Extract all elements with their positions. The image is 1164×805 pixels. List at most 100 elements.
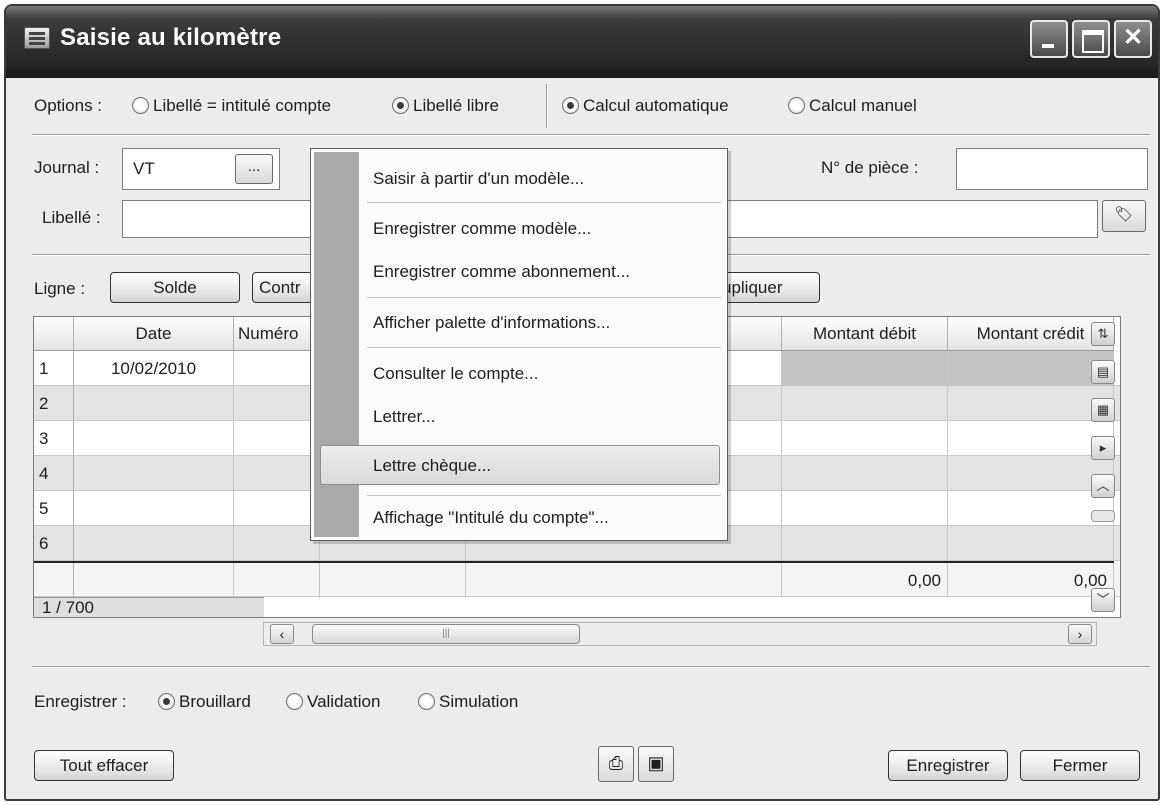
scroll-down-icon[interactable]: ﹀	[1091, 588, 1115, 612]
radio-icon	[286, 693, 303, 710]
piece-field[interactable]	[956, 148, 1148, 190]
horizontal-scrollbar[interactable]: ‹ ||| ›	[263, 622, 1097, 646]
menu-item-enregistrer-abonnement[interactable]: Enregistrer comme abonnement...	[373, 262, 630, 282]
cell-debit[interactable]	[782, 351, 948, 386]
option-libelle-compte-label: Libellé = intitulé compte	[153, 96, 332, 115]
menu-separator	[367, 347, 721, 348]
option-validation-label: Validation	[307, 692, 381, 711]
tag-icon: 🏷	[1114, 206, 1134, 223]
option-simulation-label: Simulation	[439, 692, 519, 711]
option-brouillard[interactable]: Brouillard	[158, 692, 251, 712]
option-validation[interactable]: Validation	[286, 692, 380, 712]
libelle-tag-button[interactable]: 🏷	[1102, 200, 1146, 232]
menu-separator	[367, 495, 721, 496]
piece-label: N° de pièce :	[821, 158, 919, 177]
col-header-numero[interactable]: Numéro	[234, 317, 320, 351]
option-calcul-auto[interactable]: Calcul automatique	[562, 96, 729, 116]
cell-numero[interactable]	[234, 351, 320, 386]
vertical-scroll-thumb[interactable]	[1091, 510, 1115, 522]
print-icon[interactable]: ▦	[1091, 398, 1115, 422]
cell-debit[interactable]	[782, 421, 948, 456]
cell-numero[interactable]	[234, 491, 320, 526]
option-calcul-manuel-label: Calcul manuel	[809, 96, 917, 115]
menu-item-lettre-cheque[interactable]: Lettre chèque...	[373, 456, 491, 476]
cell-date[interactable]	[74, 421, 234, 456]
cell-numero[interactable]	[234, 456, 320, 491]
solde-button[interactable]: Solde	[110, 272, 240, 303]
enregistrer-button-label: Enregistrer	[906, 756, 990, 775]
row-number[interactable]: 3	[34, 421, 74, 456]
cell-date[interactable]	[74, 386, 234, 421]
cell-numero[interactable]	[234, 386, 320, 421]
radio-selected-icon	[158, 693, 175, 710]
separator	[32, 134, 1150, 135]
cell-date[interactable]: 10/02/2010	[74, 351, 234, 386]
option-libelle-libre[interactable]: Libellé libre	[392, 96, 499, 116]
cell-debit[interactable]	[782, 456, 948, 491]
close-button[interactable]: ✕	[1114, 20, 1152, 58]
menu-item-affichage-intitule[interactable]: Affichage "Intitulé du compte"...	[373, 508, 609, 528]
maximize-button[interactable]	[1072, 20, 1110, 58]
option-simulation[interactable]: Simulation	[418, 692, 518, 712]
fermer-button-label: Fermer	[1052, 756, 1108, 775]
enregistrer-label: Enregistrer :	[34, 692, 127, 711]
context-menu: Saisir à partir d'un modèle... Enregistr…	[310, 148, 728, 541]
title-bar[interactable]: Saisie au kilomètre ✕	[6, 6, 1158, 78]
radio-selected-icon	[562, 97, 579, 114]
cell-debit[interactable]	[782, 526, 948, 561]
menu-item-enregistrer-modele[interactable]: Enregistrer comme modèle...	[373, 219, 591, 239]
col-header-date[interactable]: Date	[74, 317, 234, 351]
journal-browse-button[interactable]: ...	[235, 154, 273, 184]
cell-date[interactable]	[74, 491, 234, 526]
monitor-icon: ▣	[647, 753, 665, 773]
monitor-icon[interactable]: ▤	[1091, 360, 1115, 384]
totals-rownum	[34, 563, 74, 598]
journal-value: VT	[133, 159, 155, 178]
close-icon: ✕	[1122, 24, 1144, 51]
col-header-debit[interactable]: Montant débit	[782, 317, 948, 351]
contrepassation-button-label: Contr	[259, 278, 301, 297]
menu-separator	[367, 297, 721, 298]
row-number[interactable]: 4	[34, 456, 74, 491]
row-number[interactable]: 2	[34, 386, 74, 421]
cell-debit[interactable]	[782, 491, 948, 526]
menu-item-consulter-compte[interactable]: Consulter le compte...	[373, 364, 538, 384]
row-number[interactable]: 6	[34, 526, 74, 561]
enregistrer-button[interactable]: Enregistrer	[888, 750, 1008, 781]
option-libelle-libre-label: Libellé libre	[413, 96, 499, 115]
grid-position: 1 / 700	[34, 597, 264, 617]
scroll-left-icon[interactable]: ‹	[270, 624, 294, 644]
menu-item-afficher-palette[interactable]: Afficher palette d'informations...	[373, 313, 610, 333]
tout-effacer-button[interactable]: Tout effacer	[34, 750, 174, 781]
journal-field[interactable]: VT ...	[122, 148, 280, 190]
option-brouillard-label: Brouillard	[179, 692, 251, 711]
cell-date[interactable]	[74, 456, 234, 491]
cell-debit[interactable]	[782, 386, 948, 421]
separator	[32, 666, 1150, 667]
solde-button-label: Solde	[153, 278, 197, 297]
columns-settings-icon[interactable]: ⇅	[1091, 322, 1115, 346]
print-button[interactable]: ⎙	[598, 746, 634, 782]
menu-item-saisir-modele[interactable]: Saisir à partir d'un modèle...	[373, 169, 584, 189]
preview-button[interactable]: ▣	[638, 746, 674, 782]
minimize-button[interactable]	[1030, 20, 1068, 58]
cell-numero[interactable]	[234, 526, 320, 561]
play-icon[interactable]: ▸	[1091, 436, 1115, 460]
options-divider	[546, 84, 547, 128]
option-libelle-compte[interactable]: Libellé = intitulé compte	[132, 96, 331, 116]
dupliquer-button-label: upliquer	[722, 278, 783, 297]
fermer-button[interactable]: Fermer	[1020, 750, 1140, 781]
grid-side-tools: ⇅ ▤ ▦ ▸ ︿ ﹀	[1087, 318, 1119, 618]
radio-icon	[788, 97, 805, 114]
scroll-right-icon[interactable]: ›	[1068, 624, 1092, 644]
row-number[interactable]: 5	[34, 491, 74, 526]
cell-numero[interactable]	[234, 421, 320, 456]
row-number[interactable]: 1	[34, 351, 74, 386]
option-calcul-manuel[interactable]: Calcul manuel	[788, 96, 917, 116]
cell-date[interactable]	[74, 526, 234, 561]
horizontal-scroll-thumb[interactable]: |||	[312, 624, 580, 644]
menu-item-lettrer[interactable]: Lettrer...	[373, 407, 435, 427]
grid-corner	[34, 317, 74, 351]
scroll-up-icon[interactable]: ︿	[1091, 474, 1115, 498]
tout-effacer-label: Tout effacer	[59, 756, 149, 775]
